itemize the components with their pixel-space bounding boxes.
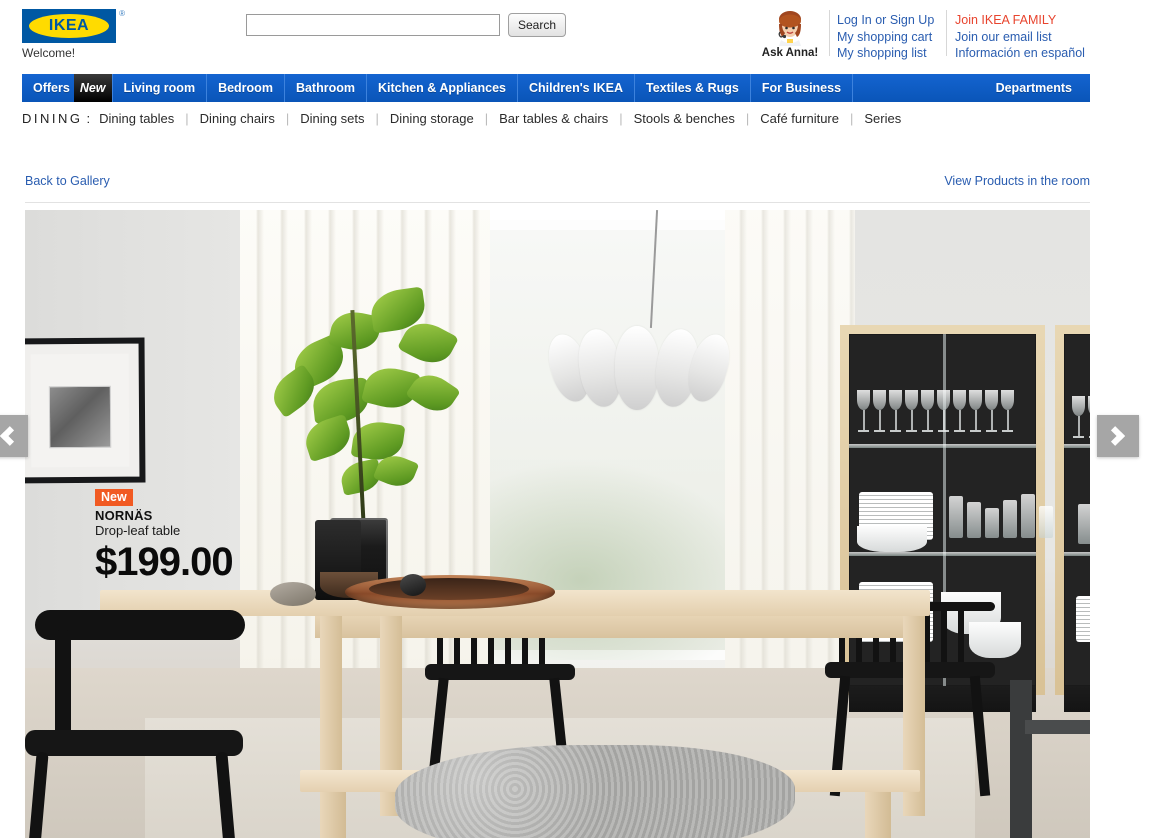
nav-item-bedroom[interactable]: Bedroom [207, 74, 285, 102]
cabinet-shelf [1064, 552, 1090, 556]
site-header: IKEA ® Welcome! Search Ask Anna! Log In … [0, 0, 1159, 74]
subnav-title: DINING [22, 110, 83, 126]
wine-glasses [857, 390, 1014, 432]
nav-item-living-room[interactable]: Living room [113, 74, 208, 102]
cabinet-shelf [849, 552, 1036, 556]
drinking-glasses [1078, 502, 1090, 544]
chevron-right-icon [1105, 426, 1126, 446]
decorative-sphere [400, 574, 426, 596]
main-navigation: Offers New Living room Bedroom Bathroom … [22, 74, 1090, 102]
nav-item-new[interactable]: New [73, 74, 113, 102]
join-ikea-family-link[interactable]: Join IKEA FAMILY [955, 12, 1085, 29]
chair-seat [25, 730, 243, 756]
account-links: Log In or Sign Up My shopping cart My sh… [837, 12, 934, 62]
cabinet-shelf [849, 444, 1036, 448]
subnav-divider: | [745, 110, 750, 126]
logo-badge: IKEA ® [22, 9, 125, 43]
decorative-stone [270, 582, 316, 606]
spanish-info-link[interactable]: Información en español [955, 45, 1085, 62]
page-root: IKEA ® Welcome! Search Ask Anna! Log In … [0, 0, 1159, 838]
back-to-gallery-link[interactable]: Back to Gallery [25, 174, 110, 188]
subnav-divider: | [484, 110, 489, 126]
registered-trademark-icon: ® [119, 9, 125, 18]
wine-glasses [1072, 396, 1090, 438]
header-divider-1 [829, 10, 830, 56]
search-input[interactable] [246, 14, 500, 36]
sheepskin-throw [395, 745, 795, 838]
anna-avatar-icon [773, 10, 807, 46]
carousel-prev-button[interactable] [0, 415, 28, 457]
view-products-in-room-link[interactable]: View Products in the room [944, 174, 1090, 188]
cabinet-shelf [1064, 444, 1090, 448]
chair-back-support [55, 630, 71, 740]
join-email-list-link[interactable]: Join our email list [955, 29, 1085, 46]
artwork-image [48, 385, 112, 449]
subnav-item-dining-chairs[interactable]: Dining chairs [200, 111, 275, 126]
glass-door-cabinet [1055, 325, 1090, 712]
login-signup-link[interactable]: Log In or Sign Up [837, 12, 934, 29]
bench-leg [865, 792, 891, 838]
cabinet-base [849, 686, 1036, 712]
subnav-item-dining-storage[interactable]: Dining storage [390, 111, 474, 126]
search-area: Search [246, 13, 567, 37]
pendant-lamp [542, 320, 736, 418]
subnav-divider: | [849, 110, 854, 126]
new-badge: New [95, 489, 133, 506]
promo-links: Join IKEA FAMILY Join our email list Inf… [955, 12, 1085, 62]
logo-wordmark: IKEA [48, 17, 90, 34]
furniture-leg [1010, 680, 1032, 838]
furniture-rail [1025, 720, 1090, 734]
gallery-link-row: Back to Gallery View Products in the roo… [25, 174, 1090, 194]
bowl-stack [857, 526, 927, 552]
framed-artwork [25, 337, 146, 484]
shopping-cart-link[interactable]: My shopping cart [837, 29, 934, 46]
nav-item-bathroom[interactable]: Bathroom [285, 74, 367, 102]
drinking-glasses [949, 494, 1053, 538]
logo-oval: IKEA [29, 14, 109, 38]
nav-item-offers[interactable]: Offers [22, 74, 74, 102]
plate-stack [1076, 596, 1090, 642]
ask-anna-widget[interactable]: Ask Anna! [757, 10, 823, 59]
product-description: Drop-leaf table [95, 523, 181, 538]
subnav-divider: | [375, 110, 379, 126]
chevron-left-icon [0, 426, 20, 446]
header-divider-2 [946, 10, 947, 56]
product-callout[interactable]: New NORNÄS Drop-leaf table $199.00 [95, 488, 234, 584]
subnav-divider: | [619, 110, 623, 126]
subnav-item-bar-tables-chairs[interactable]: Bar tables & chairs [499, 111, 608, 126]
shopping-list-link[interactable]: My shopping list [837, 45, 934, 62]
search-button[interactable]: Search [508, 13, 567, 37]
header-rule [25, 202, 1090, 203]
subnav-colon: : [86, 110, 91, 126]
lamp-petal [615, 326, 659, 410]
nav-item-textiles-rugs[interactable]: Textiles & Rugs [635, 74, 751, 102]
copper-tray-inner [369, 578, 529, 600]
bowl-stack [969, 622, 1021, 658]
subnav-divider: | [185, 110, 189, 126]
subnav-item-dining-tables[interactable]: Dining tables [99, 111, 174, 126]
subnav-item-cafe-furniture[interactable]: Café furniture [760, 111, 839, 126]
carousel-next-button[interactable] [1097, 415, 1139, 457]
subnav-divider: | [285, 110, 290, 126]
ask-anna-label: Ask Anna! [761, 47, 819, 59]
nav-item-for-business[interactable]: For Business [751, 74, 854, 102]
bench-leg [320, 792, 346, 838]
subnav-item-stools-benches[interactable]: Stools & benches [634, 111, 735, 126]
cabinet-base [1064, 686, 1090, 712]
product-price: $199.00 [95, 540, 234, 584]
nav-item-kitchen-appliances[interactable]: Kitchen & Appliances [367, 74, 519, 102]
category-subnavigation: DINING : Dining tables | Dining chairs |… [22, 104, 1090, 132]
welcome-text: Welcome! [22, 46, 76, 60]
subnav-item-series[interactable]: Series [864, 111, 901, 126]
subnav-item-dining-sets[interactable]: Dining sets [300, 111, 364, 126]
room-photo[interactable]: New NORNÄS Drop-leaf table $199.00 [25, 210, 1090, 838]
nav-departments-button[interactable]: Departments [985, 74, 1090, 102]
nav-item-childrens-ikea[interactable]: Children's IKEA [518, 74, 635, 102]
ikea-logo[interactable]: IKEA ® [22, 9, 125, 43]
table-apron [315, 616, 925, 638]
product-name: NORNÄS [95, 508, 153, 523]
